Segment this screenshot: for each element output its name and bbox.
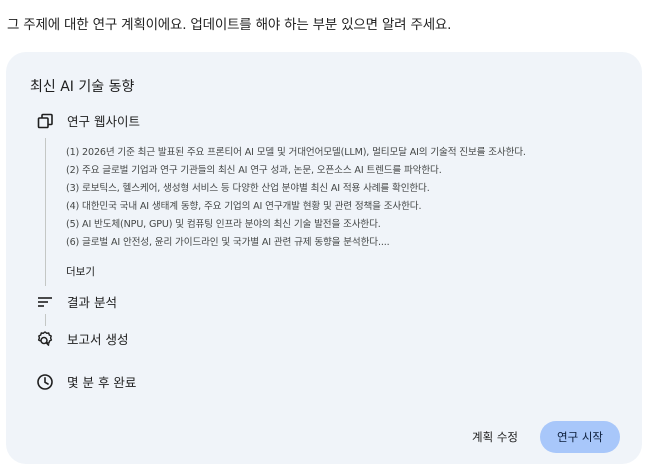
notes-icon	[36, 293, 54, 311]
step-connector	[45, 138, 46, 286]
more-link[interactable]: 더보기	[66, 264, 95, 279]
step-label: 연구 웹사이트	[67, 114, 140, 129]
plan-item: (6) 글로벌 AI 안전성, 윤리 가이드라인 및 국가별 AI 관련 규제 …	[66, 237, 390, 248]
step-connector	[45, 314, 46, 326]
research-plan-card: 최신 AI 기술 동향 연구 웹사이트 (1) 2026년 기준 최근 발표된 …	[6, 52, 642, 464]
step-label: 몇 분 후 완료	[67, 375, 137, 390]
step-create-report: 보고서 생성	[36, 329, 128, 348]
step-eta: 몇 분 후 완료	[36, 372, 136, 391]
plan-list: (1) 2026년 기준 최근 발표된 주요 프론티어 AI 모델 및 거대언어…	[66, 144, 526, 252]
plan-item: (3) 로보틱스, 헬스케어, 생성형 서비스 등 다양한 산업 분야별 최신 …	[66, 183, 430, 194]
open-in-new-icon	[36, 112, 54, 130]
start-research-button[interactable]: 연구 시작	[540, 421, 620, 453]
report-search-icon	[36, 330, 54, 348]
step-label: 보고서 생성	[67, 332, 129, 347]
edit-plan-button[interactable]: 계획 수정	[462, 421, 528, 453]
clock-icon	[36, 373, 54, 391]
step-analyze-results: 결과 분석	[36, 292, 117, 311]
intro-message: 그 주제에 대한 연구 계획이에요. 업데이트를 해야 하는 부분 있으면 알려…	[7, 17, 452, 33]
plan-title: 최신 AI 기술 동향	[30, 79, 135, 95]
step-research-websites: 연구 웹사이트	[36, 111, 140, 130]
plan-item: (2) 주요 글로벌 기업과 연구 기관들의 최신 AI 연구 성과, 논문, …	[66, 165, 442, 176]
plan-item: (5) AI 반도체(NPU, GPU) 및 컴퓨팅 인프라 분야의 최신 기술…	[66, 219, 381, 230]
plan-item: (1) 2026년 기준 최근 발표된 주요 프론티어 AI 모델 및 거대언어…	[66, 147, 526, 158]
plan-item: (4) 대한민국 국내 AI 생태계 동향, 주요 기업의 AI 연구개발 현황…	[66, 201, 422, 212]
step-label: 결과 분석	[67, 295, 117, 310]
